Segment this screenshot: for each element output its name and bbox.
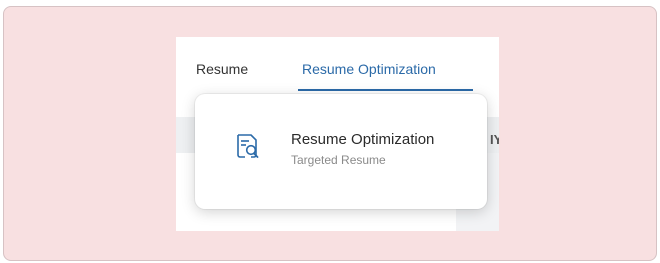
menu-item-title: Resume Optimization [291,131,435,148]
menu-item-subtitle: Targeted Resume [291,153,386,167]
active-tab-indicator [298,89,473,91]
partial-text-fragment: IY [490,132,499,147]
tab-resume[interactable]: Resume [196,61,248,77]
resume-search-icon [237,134,259,158]
dropdown-menu: Resume Optimization Targeted Resume [195,94,487,209]
tab-resume-optimization[interactable]: Resume Optimization [302,61,436,77]
screenshot-frame: Resume Resume Optimization IY I Resume O… [3,6,657,261]
partial-text-fragment: I [490,187,494,202]
